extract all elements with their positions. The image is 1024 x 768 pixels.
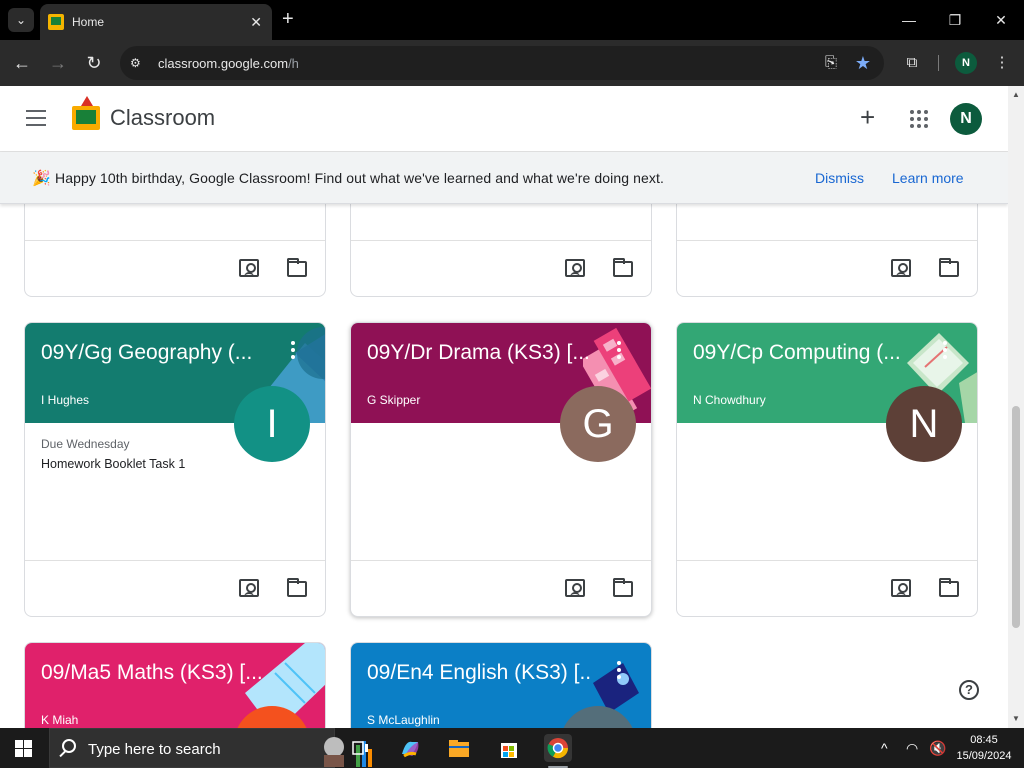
your-work-icon[interactable]	[891, 579, 911, 597]
your-work-icon[interactable]	[239, 579, 259, 597]
google-apps-icon[interactable]	[910, 110, 928, 128]
create-or-join-class-icon[interactable]: +	[860, 103, 875, 131]
restore-button[interactable]: ❐	[940, 8, 970, 32]
taskbar-search-box[interactable]: Type here to search	[49, 728, 372, 768]
class-card-maths[interactable]: 09/Ma5 Maths (KS3) [... K Miah	[24, 642, 326, 728]
volume-muted-icon[interactable]: 🔇	[929, 740, 946, 756]
bookmark-star-icon[interactable]: ★	[852, 52, 874, 74]
teacher-name[interactable]: S McLaughlin	[367, 713, 440, 727]
close-window-button[interactable]: ✕	[986, 8, 1016, 32]
teacher-avatar: G	[560, 386, 636, 462]
scrollbar-thumb[interactable]	[1012, 406, 1020, 628]
drive-folder-icon[interactable]	[939, 578, 959, 597]
teacher-name[interactable]: G Skipper	[367, 393, 420, 407]
card-footer	[677, 240, 977, 296]
classroom-logo[interactable]	[72, 96, 102, 132]
browser-menu-icon[interactable]: ⋮	[990, 51, 1014, 75]
learn-more-link[interactable]: Learn more	[892, 170, 964, 186]
app-header: Classroom + N	[0, 86, 1008, 152]
main-menu-icon[interactable]	[26, 110, 46, 126]
forward-button[interactable]: →	[46, 51, 70, 75]
teacher-avatar: I	[234, 386, 310, 462]
search-placeholder: Type here to search	[88, 741, 221, 758]
browser-tab[interactable]: Home ✕	[40, 4, 272, 40]
search-icon	[62, 739, 76, 753]
new-tab-button[interactable]: +	[282, 8, 294, 30]
drive-folder-icon[interactable]	[939, 258, 959, 277]
birthday-banner: 🎉 Happy 10th birthday, Google Classroom!…	[0, 152, 1008, 204]
card-footer	[677, 560, 977, 616]
file-explorer-icon[interactable]	[445, 734, 473, 762]
show-hidden-icons-icon[interactable]: ^	[881, 740, 888, 756]
install-app-icon[interactable]: ⎘	[820, 52, 842, 74]
class-title[interactable]: 09Y/Gg Geography (...	[41, 341, 265, 365]
windows-start-icon[interactable]	[15, 740, 32, 757]
account-avatar[interactable]: N	[950, 103, 982, 135]
address-bar[interactable]: ⚙ classroom.google.com/h ⎘ ★	[120, 46, 884, 80]
app-title[interactable]: Classroom	[110, 105, 215, 131]
class-title[interactable]: 09Y/Cp Computing (...	[693, 341, 917, 365]
card-footer	[351, 560, 651, 616]
due-assignment-link[interactable]: Homework Booklet Task 1	[41, 457, 185, 471]
class-title[interactable]: 09/Ma5 Maths (KS3) [...	[41, 661, 265, 685]
classroom-page: Classroom + N 🎉 Happy 10th birthday, Goo…	[0, 86, 1008, 728]
your-work-icon[interactable]	[891, 259, 911, 277]
teacher-name[interactable]: N Chowdhury	[693, 393, 766, 407]
task-view-icon[interactable]	[346, 734, 374, 762]
system-clock[interactable]: 08:45 15/09/2024	[948, 732, 1020, 764]
minimize-button[interactable]: —	[894, 8, 924, 32]
class-title[interactable]: 09/En4 English (KS3) [...	[367, 661, 591, 685]
party-popper-icon: 🎉	[32, 170, 51, 187]
teacher-avatar: N	[886, 386, 962, 462]
tab-search-button[interactable]: ⌄	[8, 8, 34, 32]
class-card-geography[interactable]: 09Y/Gg Geography (... I Hughes I Due Wed…	[24, 322, 326, 617]
page-scrollbar[interactable]: ▲ ▼	[1008, 86, 1024, 728]
close-tab-icon[interactable]: ✕	[250, 14, 262, 31]
teacher-name[interactable]: K Miah	[41, 713, 78, 727]
chrome-icon[interactable]	[544, 734, 572, 762]
class-card-english[interactable]: 09/En4 English (KS3) [... S McLaughlin	[350, 642, 652, 728]
class-card-drama[interactable]: 09Y/Dr Drama (KS3) [... G Skipper G	[350, 322, 652, 617]
copilot-icon[interactable]	[396, 734, 424, 762]
clock-date: 15/09/2024	[956, 750, 1012, 762]
microsoft-store-icon[interactable]	[495, 734, 523, 762]
classroom-favicon-icon	[48, 14, 64, 30]
clock-time: 08:45	[970, 734, 998, 746]
help-icon[interactable]: ?	[959, 680, 979, 700]
extensions-puzzle-icon[interactable]: ⧉	[900, 51, 924, 75]
drive-folder-icon[interactable]	[613, 258, 633, 277]
browser-profile-avatar[interactable]: N	[955, 52, 977, 74]
teacher-name[interactable]: I Hughes	[41, 393, 89, 407]
browser-tab-strip: ⌄ Home ✕ + — ❐ ✕	[0, 0, 1024, 40]
site-info-icon[interactable]: ⚙	[130, 56, 146, 70]
more-options-icon[interactable]	[943, 341, 949, 362]
your-work-icon[interactable]	[565, 259, 585, 277]
network-icon[interactable]: ◠	[906, 740, 918, 756]
more-options-icon[interactable]	[291, 341, 297, 362]
dismiss-button[interactable]: Dismiss	[815, 170, 864, 186]
class-card-computing[interactable]: 09Y/Cp Computing (... N Chowdhury N	[676, 322, 978, 617]
back-button[interactable]: ←	[10, 51, 34, 75]
card-footer	[25, 240, 325, 296]
drive-folder-icon[interactable]	[287, 258, 307, 277]
card-footer	[351, 240, 651, 296]
tab-title: Home	[72, 15, 105, 29]
more-options-icon[interactable]	[617, 341, 623, 362]
drive-folder-icon[interactable]	[287, 578, 307, 597]
due-date-label: Due Wednesday	[41, 437, 130, 451]
your-work-icon[interactable]	[565, 579, 585, 597]
url-text[interactable]: classroom.google.com/h	[158, 56, 820, 71]
card-footer	[25, 560, 325, 616]
browser-toolbar: ← → ↻ ⚙ classroom.google.com/h ⎘ ★ ⧉ ⋮	[0, 40, 1024, 86]
drive-folder-icon[interactable]	[613, 578, 633, 597]
your-work-icon[interactable]	[239, 259, 259, 277]
windows-taskbar: Type here to search ^ ◠ 🔇 08:45 15/09/20…	[0, 728, 1024, 768]
banner-message: Happy 10th birthday, Google Classroom! F…	[55, 170, 664, 186]
more-options-icon[interactable]	[617, 661, 623, 682]
toolbar-divider	[938, 55, 939, 71]
reload-button[interactable]: ↻	[82, 51, 106, 75]
class-title[interactable]: 09Y/Dr Drama (KS3) [...	[367, 341, 591, 365]
